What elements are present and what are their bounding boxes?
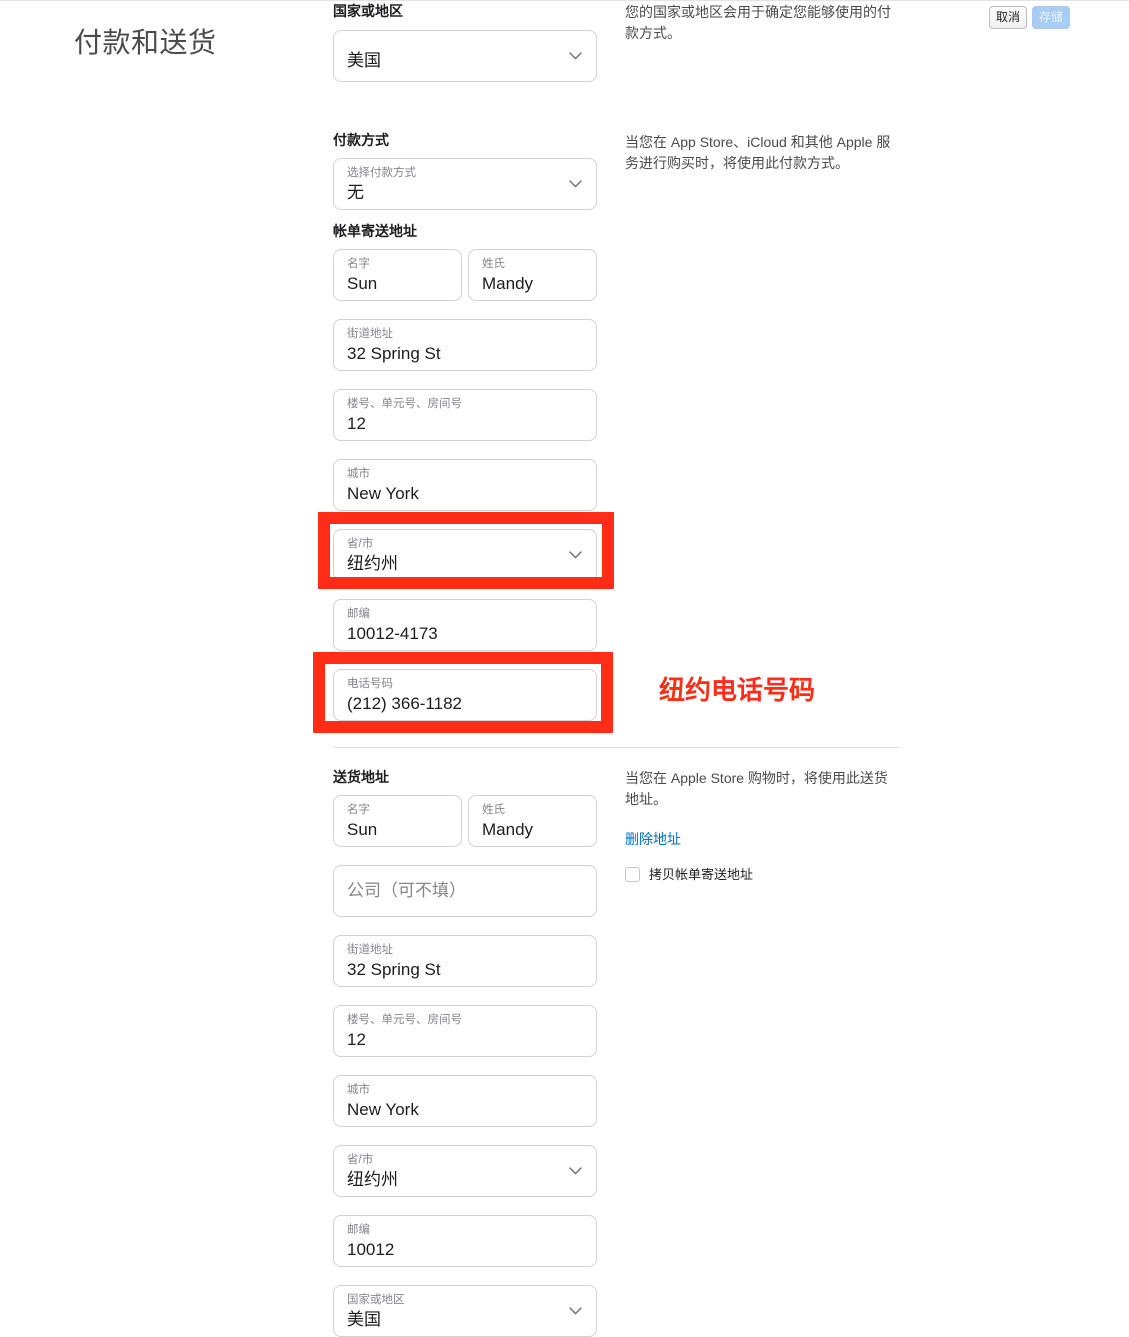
billing-first-name-label: 名字 [347,258,370,270]
billing-unit-label: 楼号、单元号、房间号 [347,398,462,410]
shipping-country-label: 国家或地区 [347,1294,405,1306]
country-region-help-text: 您的国家或地区会用于确定您能够使用的付款方式。 [625,4,891,41]
billing-state-select[interactable]: 省/市 纽约州 [333,529,597,581]
save-button[interactable]: 存储 [1031,6,1070,29]
shipping-address-group: 送货地址 名字 Sun 姓氏 Mandy 公司（可不填） 街道地址 32 Spr… [333,770,597,1337]
billing-last-name-value: Mandy [482,274,534,293]
shipping-last-name-value: Mandy [482,820,534,839]
billing-state-value: 纽约州 [347,554,398,573]
payment-method-field-label: 选择付款方式 [347,167,416,179]
shipping-city-value: New York [347,1100,419,1119]
country-region-select[interactable]: 国家或地区 美国 [333,30,597,82]
payment-method-group: 付款方式 选择付款方式 无 [333,133,597,210]
shipping-state-label: 省/市 [347,1154,374,1166]
shipping-zip-value: 10012 [347,1240,395,1259]
shipping-unit-label: 楼号、单元号、房间号 [347,1014,462,1026]
shipping-address-help: 当您在 Apple Store 购物时，将使用此送货地址。 删除地址 拷贝帐单寄… [625,768,900,882]
delete-address-link[interactable]: 删除地址 [625,829,681,849]
shipping-address-heading: 送货地址 [333,769,389,785]
country-region-help: 您的国家或地区会用于确定您能够使用的付款方式。 [625,2,900,44]
shipping-address-help-text: 当您在 Apple Store 购物时，将使用此送货地址。 [625,770,888,807]
shipping-zip-label: 邮编 [347,1224,370,1236]
country-region-value: 美国 [347,51,381,70]
billing-city-value: New York [347,484,419,503]
shipping-company-placeholder: 公司（可不填） [347,881,466,900]
payment-method-select[interactable]: 选择付款方式 无 [333,158,597,210]
billing-unit-value: 12 [347,414,366,433]
shipping-country-select[interactable]: 国家或地区 美国 [333,1285,597,1337]
cancel-button[interactable]: 取消 [988,6,1027,29]
shipping-first-name-label: 名字 [347,804,370,816]
shipping-state-value: 纽约州 [347,1170,398,1189]
shipping-street-label: 街道地址 [347,944,393,956]
shipping-first-name-field[interactable]: 名字 Sun [333,795,462,847]
shipping-zip-field[interactable]: 邮编 10012 [333,1215,597,1267]
billing-zip-field[interactable]: 邮编 10012-4173 [333,599,597,651]
section-divider [333,747,900,748]
billing-street-value: 32 Spring St [347,344,441,363]
billing-unit-field[interactable]: 楼号、单元号、房间号 12 [333,389,597,441]
billing-city-field[interactable]: 城市 New York [333,459,597,511]
billing-first-name-value: Sun [347,274,378,293]
shipping-city-label: 城市 [347,1084,370,1096]
country-region-group: 国家或地区 国家或地区 美国 [333,4,597,82]
shipping-street-field[interactable]: 街道地址 32 Spring St [333,935,597,987]
billing-last-name-label: 姓氏 [482,258,505,270]
page-title: 付款和送货 [74,26,217,58]
billing-address-heading: 帐单寄送地址 [333,223,417,239]
billing-street-label: 街道地址 [347,328,393,340]
billing-state-label: 省/市 [347,538,374,550]
shipping-last-name-label: 姓氏 [482,804,505,816]
shipping-name-row: 名字 Sun 姓氏 Mandy [333,795,597,847]
shipping-country-value: 美国 [347,1310,381,1329]
shipping-last-name-field[interactable]: 姓氏 Mandy [468,795,597,847]
billing-address-group: 帐单寄送地址 名字 Sun 姓氏 Mandy 街道地址 32 Spring St… [333,224,597,721]
payment-method-value: 无 [347,183,364,202]
payment-method-help: 当您在 App Store、iCloud 和其他 Apple 服务进行购买时，将… [625,132,900,174]
billing-zip-label: 邮编 [347,608,370,620]
billing-zip-value: 10012-4173 [347,624,438,643]
top-divider [0,0,1129,1]
shipping-street-value: 32 Spring St [347,960,441,979]
shipping-unit-field[interactable]: 楼号、单元号、房间号 12 [333,1005,597,1057]
annotation-phone-note: 纽约电话号码 [659,675,816,705]
billing-street-field[interactable]: 街道地址 32 Spring St [333,319,597,371]
shipping-company-field[interactable]: 公司（可不填） [333,865,597,917]
billing-phone-field[interactable]: 电话号码 (212) 366-1182 [333,669,597,721]
shipping-first-name-value: Sun [347,820,378,839]
billing-first-name-field[interactable]: 名字 Sun [333,249,462,301]
billing-last-name-field[interactable]: 姓氏 Mandy [468,249,597,301]
payment-method-heading: 付款方式 [333,132,389,148]
copy-billing-address-label: 拷贝帐单寄送地址 [649,867,754,882]
billing-phone-label: 电话号码 [347,678,393,690]
shipping-state-select[interactable]: 省/市 纽约州 [333,1145,597,1197]
action-buttons: 取消 存储 [988,6,1070,29]
billing-city-label: 城市 [347,468,370,480]
billing-name-row: 名字 Sun 姓氏 Mandy [333,249,597,301]
shipping-city-field[interactable]: 城市 New York [333,1075,597,1127]
billing-phone-value: (212) 366-1182 [347,694,462,713]
copy-billing-address-row[interactable]: 拷贝帐单寄送地址 [625,867,900,882]
country-region-heading: 国家或地区 [333,3,403,19]
payment-method-help-text: 当您在 App Store、iCloud 和其他 Apple 服务进行购买时，将… [625,134,891,171]
copy-billing-address-checkbox[interactable] [625,867,640,882]
shipping-unit-value: 12 [347,1030,366,1049]
